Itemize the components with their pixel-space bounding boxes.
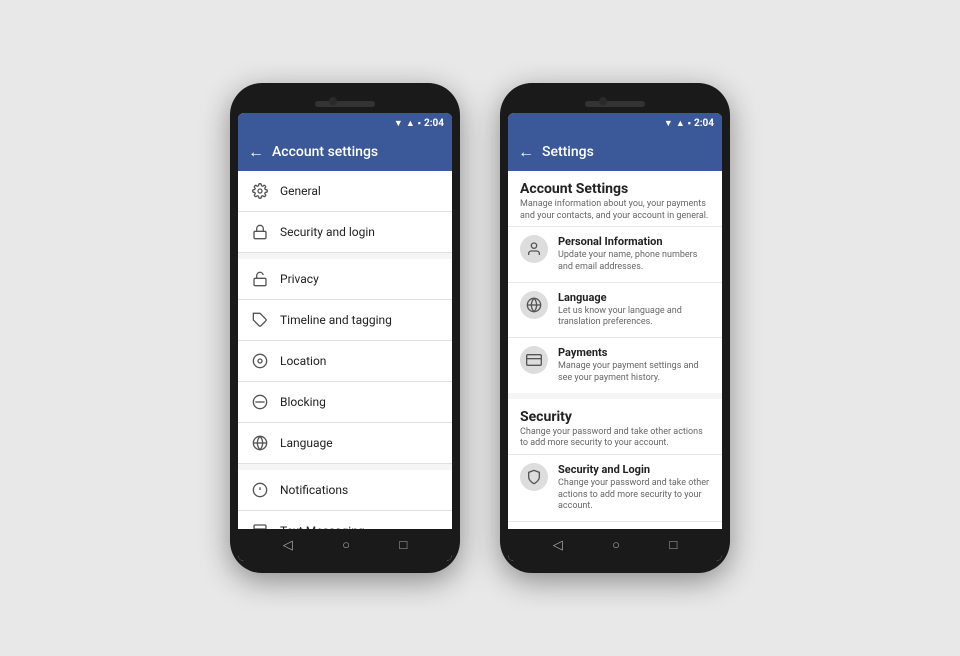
globe-icon-right (520, 291, 548, 319)
settings-item-security-desc: Change your password and take other acti… (558, 478, 710, 513)
menu-item-privacy-label: Privacy (280, 272, 319, 286)
app-bar-title-right: Settings (542, 144, 594, 160)
battery-icon-right: ▪ (688, 118, 691, 129)
screen-right: ▼ ▲ ▪ 2:04 ← Settings Account Settings M… (508, 113, 722, 561)
menu-item-privacy[interactable]: Privacy (238, 259, 452, 300)
security-desc: Change your password and take other acti… (520, 427, 710, 450)
settings-item-personal-content: Personal Information Update your name, p… (558, 235, 710, 273)
tag-icon (250, 310, 270, 330)
settings-item-language-desc: Let us know your language and translatio… (558, 306, 710, 329)
phone-left: ▼ ▲ ▪ 2:04 ← Account settings (230, 83, 460, 573)
nav-menu-left[interactable]: □ (399, 537, 407, 553)
menu-item-general[interactable]: General (238, 171, 452, 212)
phone-right: ▼ ▲ ▪ 2:04 ← Settings Account Settings M… (500, 83, 730, 573)
settings-item-personal-title: Personal Information (558, 235, 710, 248)
battery-icon: ▪ (418, 118, 421, 129)
menu-item-location[interactable]: Location (238, 341, 452, 382)
settings-item-personal-desc: Update your name, phone numbers and emai… (558, 250, 710, 273)
signal-icon: ▲ (406, 118, 415, 129)
settings-item-apps[interactable]: Apps & Websites (508, 521, 722, 529)
account-settings-section: Account Settings Manage information abou… (508, 171, 722, 393)
settings-item-payments[interactable]: Payments Manage your payment settings an… (508, 337, 722, 392)
nav-back-right[interactable]: ◁ (553, 538, 563, 553)
settings-item-personal[interactable]: Personal Information Update your name, p… (508, 226, 722, 281)
nav-menu-right[interactable]: □ (669, 537, 677, 553)
settings-item-payments-title: Payments (558, 346, 710, 359)
status-bar-right: ▼ ▲ ▪ 2:04 (508, 113, 722, 133)
payment-icon (520, 346, 548, 374)
menu-item-security-label: Security and login (280, 225, 375, 239)
location-icon (250, 351, 270, 371)
gear-icon (250, 181, 270, 201)
menu-item-timeline[interactable]: Timeline and tagging (238, 300, 452, 341)
menu-item-notifications-label: Notifications (280, 483, 348, 497)
menu-item-blocking[interactable]: Blocking (238, 382, 452, 423)
wifi-icon: ▼ (394, 118, 403, 129)
wifi-icon-right: ▼ (664, 118, 673, 129)
settings-item-payments-desc: Manage your payment settings and see you… (558, 361, 710, 384)
account-settings-desc: Manage information about you, your payme… (520, 199, 710, 222)
screen-left: ▼ ▲ ▪ 2:04 ← Account settings (238, 113, 452, 561)
signal-icon-right: ▲ (676, 118, 685, 129)
settings-item-payments-content: Payments Manage your payment settings an… (558, 346, 710, 384)
shield-icon (520, 463, 548, 491)
settings-item-language-content: Language Let us know your language and t… (558, 291, 710, 329)
block-icon (250, 392, 270, 412)
menu-item-general-label: General (280, 184, 321, 198)
security-section: Security Change your password and take o… (508, 399, 722, 530)
status-bar-left: ▼ ▲ ▪ 2:04 (238, 113, 452, 133)
menu-item-language[interactable]: Language (238, 423, 452, 464)
menu-item-timeline-label: Timeline and tagging (280, 313, 392, 327)
settings-content: Account Settings Manage information abou… (508, 171, 722, 529)
nav-home-left[interactable]: ○ (342, 537, 350, 553)
message-icon (250, 521, 270, 529)
settings-item-language-title: Language (558, 291, 710, 304)
app-bar-title-left: Account settings (272, 144, 378, 160)
status-time-right: 2:04 (694, 118, 714, 129)
settings-item-security-content: Security and Login Change your password … (558, 463, 710, 513)
back-button-left[interactable]: ← (248, 142, 264, 162)
app-bar-left: ← Account settings (238, 133, 452, 171)
settings-item-security-login[interactable]: Security and Login Change your password … (508, 454, 722, 521)
person-icon (520, 235, 548, 263)
account-settings-title: Account Settings (520, 181, 710, 197)
menu-list-left: General Security and login (238, 171, 452, 529)
nav-back-left[interactable]: ◁ (283, 538, 293, 553)
status-time-left: 2:04 (424, 118, 444, 129)
security-title: Security (520, 409, 710, 425)
privacy-icon (250, 269, 270, 289)
phones-container: ▼ ▲ ▪ 2:04 ← Account settings (230, 83, 730, 573)
status-icons-left: ▼ ▲ ▪ 2:04 (394, 118, 444, 129)
camera-left (329, 97, 337, 105)
security-header: Security Change your password and take o… (508, 399, 722, 454)
menu-item-blocking-label: Blocking (280, 395, 326, 409)
settings-item-security-title: Security and Login (558, 463, 710, 476)
lock-icon (250, 222, 270, 242)
camera-right (599, 97, 607, 105)
menu-item-location-label: Location (280, 354, 326, 368)
nav-home-right[interactable]: ○ (612, 537, 620, 553)
back-button-right[interactable]: ← (518, 142, 534, 162)
app-bar-right: ← Settings (508, 133, 722, 171)
menu-item-text-messaging[interactable]: Text Messaging (238, 511, 452, 529)
account-settings-header: Account Settings Manage information abou… (508, 171, 722, 226)
settings-item-language[interactable]: Language Let us know your language and t… (508, 282, 722, 337)
notifications-icon (250, 480, 270, 500)
globe-icon-left (250, 433, 270, 453)
menu-item-security[interactable]: Security and login (238, 212, 452, 253)
menu-item-notifications[interactable]: Notifications (238, 470, 452, 511)
phone-nav-left: ◁ ○ □ (238, 529, 452, 561)
menu-item-language-label: Language (280, 436, 333, 450)
status-icons-right: ▼ ▲ ▪ 2:04 (664, 118, 714, 129)
phone-nav-right: ◁ ○ □ (508, 529, 722, 561)
